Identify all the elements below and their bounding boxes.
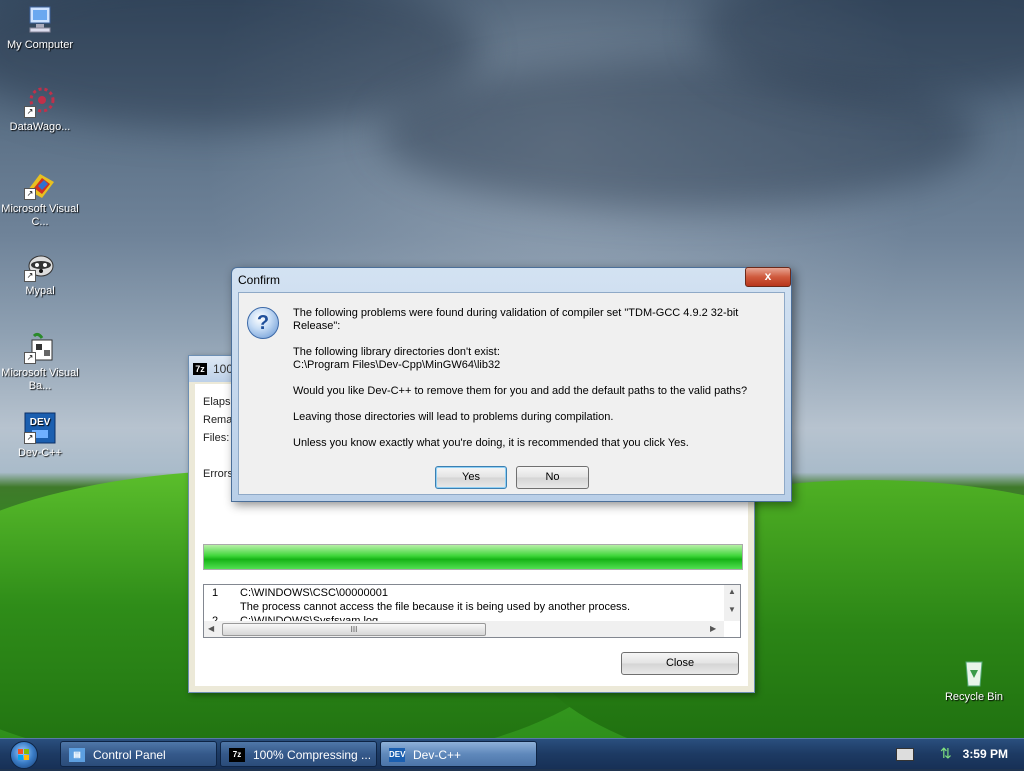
taskbar: ▤ Control Panel 7z 100% Compressing ... …	[0, 738, 1024, 769]
desktop-icon-datawago[interactable]: ↗ DataWago...	[0, 86, 82, 134]
desktop-icon-mypal[interactable]: ↗ Mypal	[0, 250, 82, 298]
log-vertical-scrollbar[interactable]: ▲ ▼	[724, 585, 740, 621]
mypal-raccoon-icon: ↗	[24, 250, 56, 282]
desktop-icon-label: Mypal	[25, 285, 55, 297]
shortcut-arrow-icon: ↗	[24, 432, 36, 444]
scroll-left-arrow-icon[interactable]: ◀	[208, 624, 214, 633]
svg-text:DEV: DEV	[30, 417, 51, 428]
desktop-icon-label: DataWago...	[9, 121, 71, 133]
errors-label: Errors	[203, 468, 233, 480]
close-button[interactable]: Close	[621, 652, 739, 675]
log-horizontal-scrollbar[interactable]: ◀ III ▶	[204, 621, 724, 637]
confirm-dialog-title: Confirm	[238, 273, 281, 287]
taskbar-item-7zip[interactable]: 7z 100% Compressing ...	[220, 741, 377, 767]
scroll-down-arrow-icon[interactable]: ▼	[728, 605, 736, 614]
no-button[interactable]: No	[516, 466, 589, 489]
horizontal-scroll-thumb[interactable]: III	[222, 623, 486, 636]
desktop-icon-label: Microsoft Visual Ba...	[1, 367, 79, 392]
message-warning: Leaving those directories will lead to p…	[293, 411, 614, 423]
network-icon[interactable]: ⇅	[940, 745, 956, 761]
computer-icon	[24, 4, 56, 36]
desktop-icon-recycle-bin[interactable]: Recycle Bin	[932, 656, 1016, 704]
clock[interactable]: 3:59 PM	[963, 739, 1008, 769]
message-missing-dir-path: C:\Program Files\Dev-Cpp\MinGW64\lib32	[293, 359, 501, 371]
taskbar-item-label: 100% Compressing ...	[253, 748, 372, 762]
shortcut-arrow-icon: ↗	[24, 352, 36, 364]
desktop-icon-label: Dev-C++	[17, 447, 63, 459]
keyboard-icon[interactable]	[896, 748, 914, 761]
datawagon-icon: ↗	[24, 86, 56, 118]
scroll-up-arrow-icon[interactable]: ▲	[728, 587, 736, 596]
desktop-icon-my-computer[interactable]: My Computer	[0, 4, 82, 52]
visual-c-icon: ↗	[24, 168, 56, 200]
desktop-icon-dev-cpp[interactable]: DEV ↗ Dev-C++	[0, 412, 82, 460]
confirm-dialog-body: ? The following problems were found duri…	[238, 292, 785, 495]
error-log-list[interactable]: 1 C:\WINDOWS\CSC\00000001 The process ca…	[203, 584, 741, 638]
progress-fill	[204, 545, 742, 569]
taskbar-item-dev-cpp[interactable]: DEV Dev-C++	[380, 741, 537, 767]
yes-button[interactable]: Yes	[435, 466, 507, 489]
log-item-text: C:\WINDOWS\CSC\00000001	[240, 587, 388, 599]
7zip-logo-icon: 7z	[229, 748, 245, 762]
compress-progress-bar	[203, 544, 743, 570]
taskbar-item-label: Dev-C++	[413, 748, 462, 762]
message-recommendation: Unless you know exactly what you're doin…	[293, 437, 689, 449]
7zip-logo-icon: 7z	[193, 363, 207, 375]
start-button[interactable]	[10, 741, 38, 769]
desktop-icon-label: My Computer	[6, 39, 74, 51]
message-validation-problems: The following problems were found during…	[293, 307, 739, 332]
taskbar-item-label: Control Panel	[93, 748, 166, 762]
log-item-text: The process cannot access the file becau…	[240, 601, 631, 613]
scroll-right-arrow-icon[interactable]: ▶	[710, 624, 716, 633]
dialog-close-button[interactable]: x	[745, 267, 791, 287]
visual-basic-icon: ↗	[24, 332, 56, 364]
recycle-bin-icon	[958, 656, 990, 688]
files-label: Files:	[203, 432, 230, 444]
dev-cpp-icon: DEV ↗	[24, 412, 56, 444]
message-missing-dirs: The following library directories don't …	[293, 346, 500, 358]
windows-logo-icon	[18, 749, 29, 760]
question-icon: ?	[247, 307, 279, 339]
control-panel-icon: ▤	[69, 748, 85, 762]
confirm-dialog: Confirm x ? The following problems were …	[231, 267, 792, 502]
log-item-number: 1	[212, 587, 219, 599]
shortcut-arrow-icon: ↗	[24, 188, 36, 200]
desktop-icon-label: Recycle Bin	[944, 691, 1004, 703]
taskbar-item-control-panel[interactable]: ▤ Control Panel	[60, 741, 217, 767]
desktop-icon-visual-basic[interactable]: ↗ Microsoft Visual Ba...	[0, 332, 82, 393]
shortcut-arrow-icon: ↗	[24, 106, 36, 118]
shortcut-arrow-icon: ↗	[24, 270, 36, 282]
desktop-icon-label: Microsoft Visual C...	[1, 203, 79, 228]
desktop-icon-visual-c[interactable]: ↗ Microsoft Visual C...	[0, 168, 82, 229]
dev-cpp-icon: DEV	[389, 748, 405, 762]
remaining-label: Rema	[203, 414, 233, 426]
message-remove-question: Would you like Dev-C++ to remove them fo…	[293, 385, 748, 397]
